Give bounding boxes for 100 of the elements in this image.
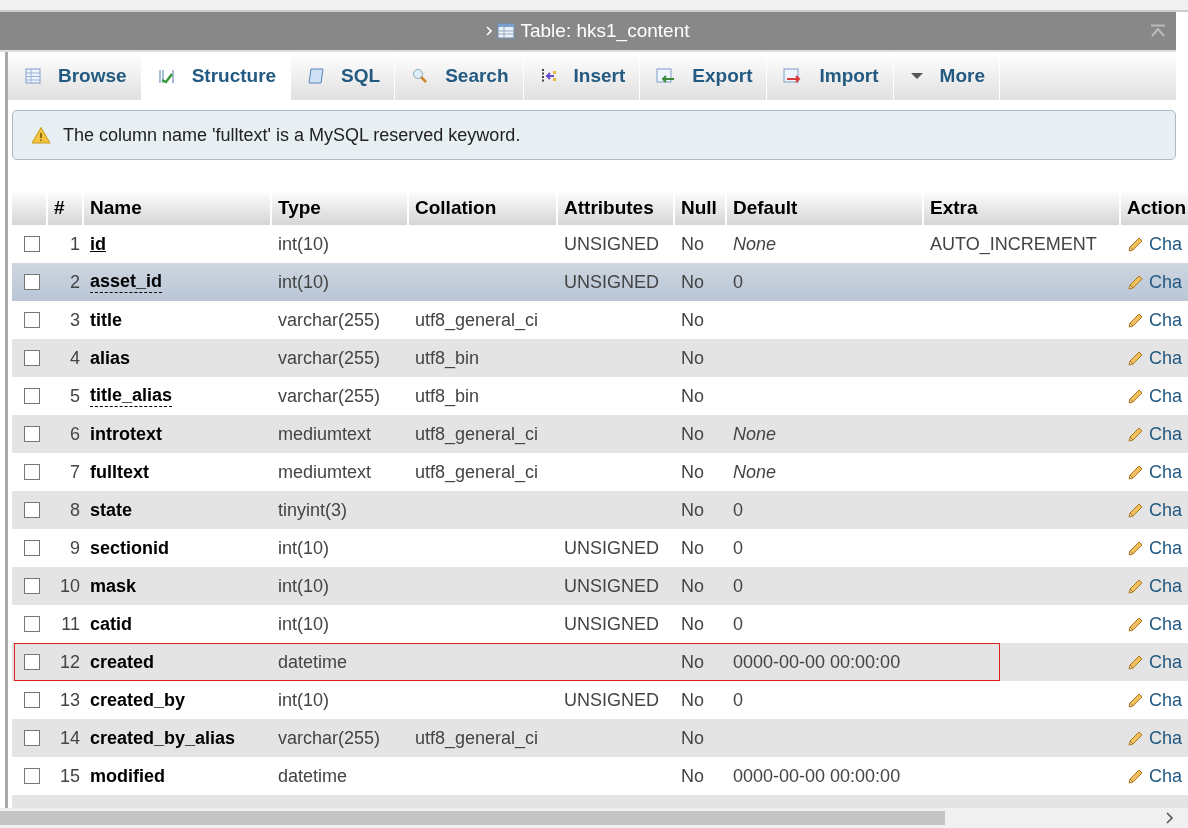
scrollbar-thumb[interactable]	[0, 811, 945, 825]
pencil-icon	[1127, 387, 1145, 405]
table-cell: utf8_general_ci	[415, 423, 539, 445]
table-cell: No	[681, 765, 704, 787]
pencil-icon	[1127, 501, 1145, 519]
pencil-icon	[1127, 729, 1145, 747]
change-link[interactable]: Cha	[1149, 233, 1183, 255]
table-cell-text: 3	[69, 308, 81, 332]
column-header[interactable]: Action	[1121, 190, 1188, 225]
column-header[interactable]: Collation	[409, 190, 556, 225]
row-checkbox[interactable]	[24, 388, 40, 404]
table-cell-text: 6	[69, 422, 81, 446]
column-name: asset_id	[90, 271, 163, 293]
column-header[interactable]: Name	[84, 190, 270, 225]
row-checkbox[interactable]	[24, 616, 40, 632]
export-icon	[656, 67, 677, 85]
change-link[interactable]: Cha	[1149, 385, 1183, 407]
table-cell: No	[681, 499, 704, 521]
table-cell: 0000-00-00 00:00:00	[733, 651, 901, 673]
row-checkbox[interactable]	[24, 274, 40, 290]
row-checkbox[interactable]	[24, 654, 40, 670]
row-checkbox[interactable]	[24, 312, 40, 328]
row-checkbox[interactable]	[24, 350, 40, 366]
change-link[interactable]: Cha	[1149, 271, 1183, 293]
pencil-icon	[1127, 691, 1145, 709]
table-cell: int(10)	[278, 575, 330, 597]
table-cell-text: 5	[69, 384, 81, 408]
chart-icon	[157, 67, 176, 85]
column-name: created_by	[90, 689, 186, 711]
column-name: introtext	[90, 423, 162, 445]
change-link[interactable]: Cha	[1149, 309, 1183, 331]
change-link[interactable]: Cha	[1149, 537, 1183, 559]
column-header[interactable]: Attributes	[558, 190, 673, 225]
table-cell: No	[681, 423, 704, 445]
table-cell: AUTO_INCREMENT	[930, 233, 1097, 255]
table-cell: No	[681, 461, 704, 483]
table-cell: UNSIGNED	[564, 271, 659, 293]
table-cell-text: 9	[69, 536, 81, 560]
column-header[interactable]: Null	[675, 190, 725, 225]
change-link[interactable]: Cha	[1149, 651, 1183, 673]
column-name: created_by_alias	[90, 727, 236, 749]
table-cell: tinyint(3)	[278, 499, 348, 521]
pencil-icon	[1127, 577, 1145, 595]
table-cell: None	[733, 461, 777, 483]
row-checkbox[interactable]	[24, 502, 40, 518]
table-cell: varchar(255)	[278, 727, 381, 749]
table-cell: UNSIGNED	[564, 233, 659, 255]
grid-icon	[24, 67, 42, 85]
row-checkbox[interactable]	[24, 464, 40, 480]
change-link[interactable]: Cha	[1149, 765, 1183, 787]
column-name: title_alias	[90, 385, 173, 407]
warning-text: The column name 'fulltext' is a MySQL reserved keyword.	[63, 124, 521, 146]
row-checkbox[interactable]	[24, 540, 40, 556]
table-cell-text: 1	[69, 232, 81, 256]
table-cell: utf8_general_ci	[415, 727, 539, 749]
table-cell: utf8_bin	[415, 347, 480, 369]
table-cell: No	[681, 727, 704, 749]
warning-icon	[31, 126, 51, 144]
table-cell: varchar(255)	[278, 385, 381, 407]
table-cell: utf8_bin	[415, 385, 480, 407]
change-link[interactable]: Cha	[1149, 575, 1183, 597]
scroll-icon	[307, 67, 326, 85]
row-checkbox[interactable]	[24, 578, 40, 594]
table-cell-text: 12	[58, 650, 81, 674]
change-link[interactable]: Cha	[1149, 727, 1183, 749]
table-cell: int(10)	[278, 689, 330, 711]
table-cell-text: 10	[58, 574, 81, 598]
horizontal-scrollbar[interactable]	[0, 808, 1188, 828]
pencil-icon	[1127, 349, 1145, 367]
pencil-icon	[1127, 311, 1145, 329]
row-checkbox[interactable]	[24, 768, 40, 784]
table-cell-text: 8	[69, 498, 81, 522]
change-link[interactable]: Cha	[1149, 347, 1183, 369]
table-cell: 0000-00-00 00:00:00	[733, 765, 901, 787]
change-link[interactable]: Cha	[1149, 499, 1183, 521]
change-link[interactable]: Cha	[1149, 423, 1183, 445]
change-link[interactable]: Cha	[1149, 689, 1183, 711]
pencil-icon	[1127, 653, 1145, 671]
pencil-icon	[1127, 539, 1145, 557]
column-header[interactable]: Type	[272, 190, 407, 225]
table-cell: No	[681, 613, 704, 635]
column-header[interactable]: Extra	[924, 190, 1119, 225]
row-checkbox[interactable]	[24, 730, 40, 746]
column-header[interactable]: Default	[727, 190, 922, 225]
table-cell-text: 4	[69, 346, 81, 370]
row-checkbox[interactable]	[24, 692, 40, 708]
change-link[interactable]: Cha	[1149, 613, 1183, 635]
pencil-icon	[1127, 767, 1145, 785]
table-cell: datetime	[278, 651, 348, 673]
column-name: modified	[90, 765, 165, 787]
row-checkbox[interactable]	[24, 236, 40, 252]
table-cell: 0	[733, 537, 743, 559]
table-cell: int(10)	[278, 271, 330, 293]
table-cell: No	[681, 575, 704, 597]
change-link[interactable]: Cha	[1149, 461, 1183, 483]
table-cell: No	[681, 271, 704, 293]
column-header[interactable]: #	[48, 190, 82, 225]
row-checkbox[interactable]	[24, 426, 40, 442]
table-cell: No	[681, 385, 704, 407]
table-cell-text: 2	[69, 270, 81, 294]
